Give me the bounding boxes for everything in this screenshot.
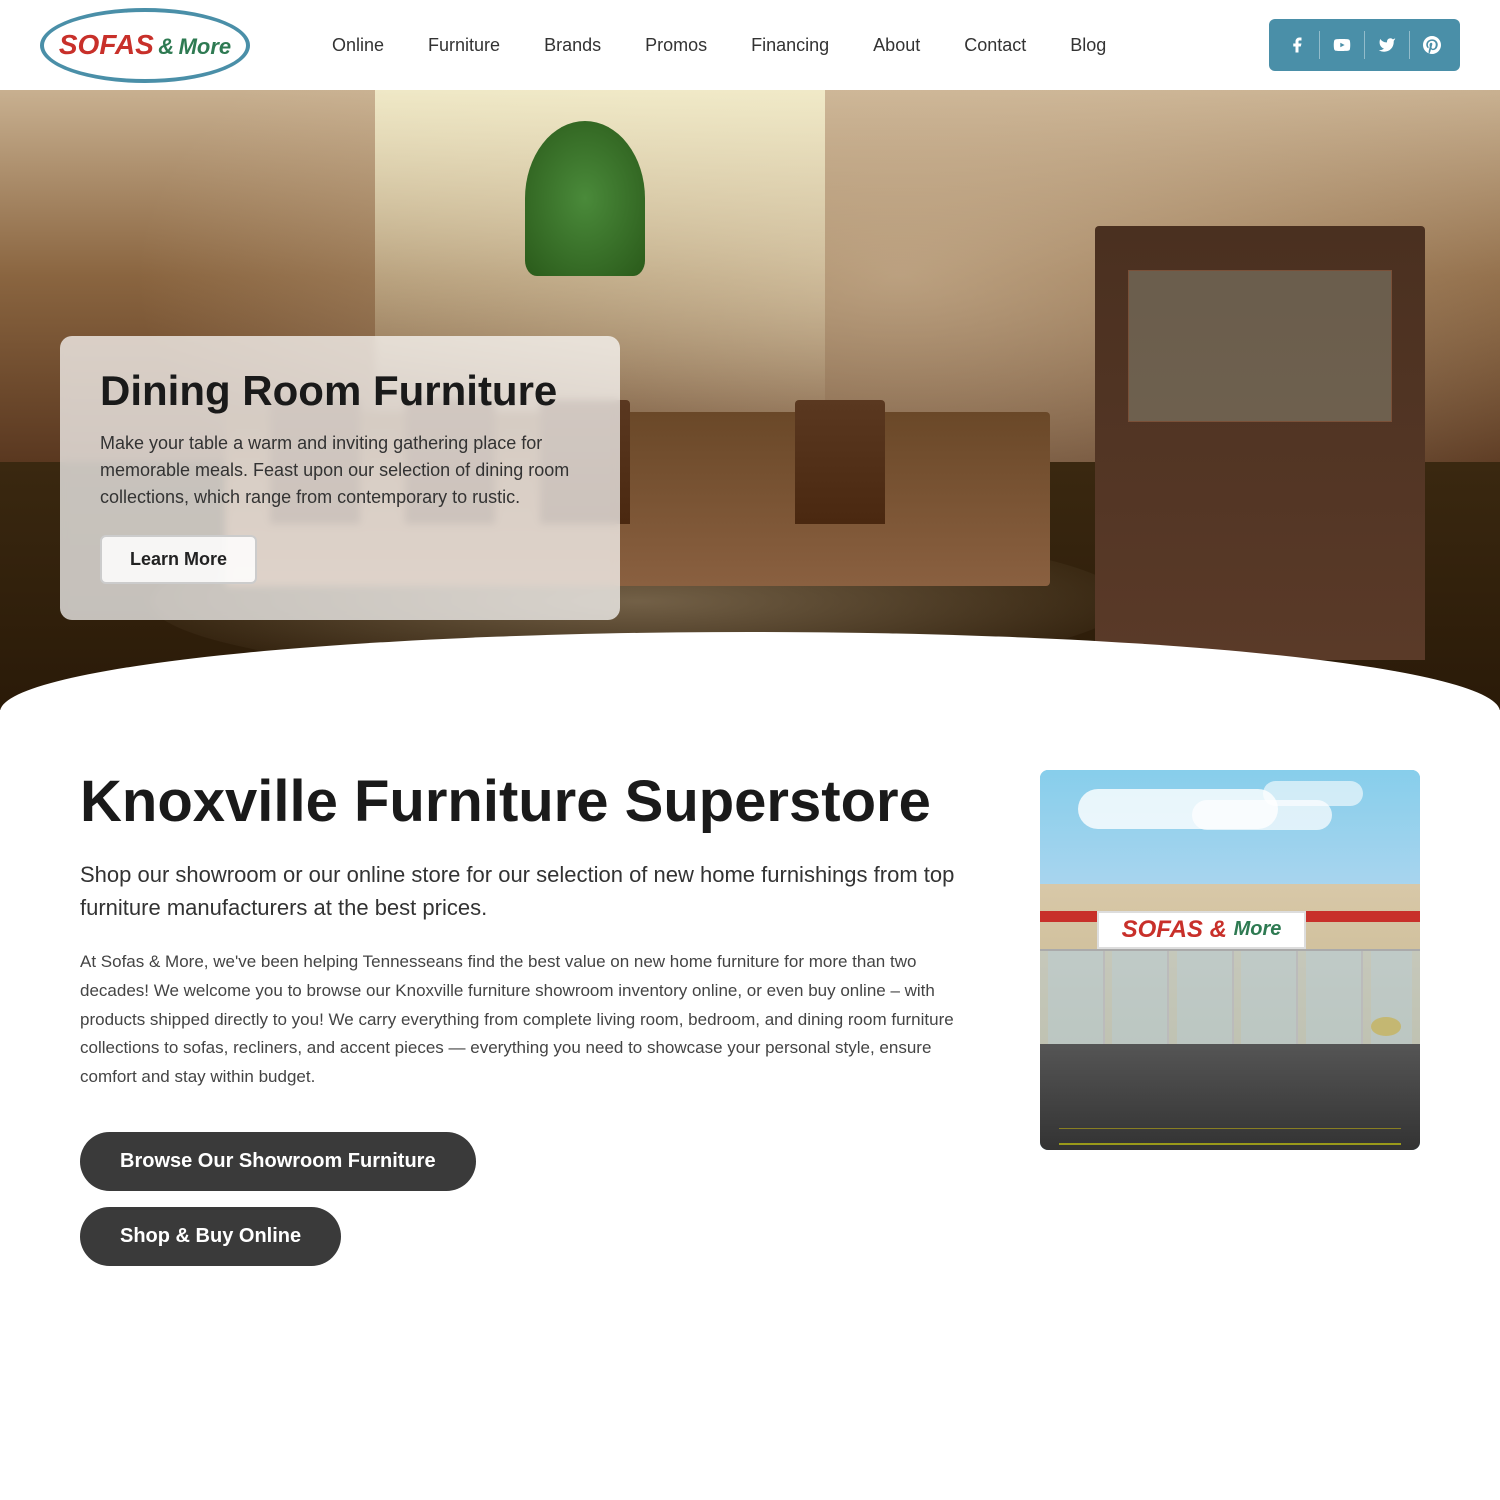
logo-connector: &	[158, 34, 174, 59]
social-divider-2	[1364, 31, 1365, 59]
cta-buttons: Browse Our Showroom Furniture Shop & Buy…	[80, 1132, 980, 1282]
content-right: SOFAS & More	[1040, 770, 1420, 1150]
nav-about[interactable]: About	[851, 35, 942, 56]
window-pane-5	[1306, 951, 1363, 1044]
chair-4	[795, 400, 885, 524]
window-pane-4	[1241, 951, 1298, 1044]
sign-text-sofas: SOFAS	[1122, 916, 1203, 944]
main-nav: Online Furniture Brands Promos Financing…	[310, 35, 1269, 56]
store-subtitle: Shop our showroom or our online store fo…	[80, 858, 980, 924]
window-pane-1	[1048, 951, 1105, 1044]
logo-brand: SOFAS	[59, 29, 154, 60]
nav-financing[interactable]: Financing	[729, 35, 851, 56]
learn-more-button[interactable]: Learn More	[100, 535, 257, 584]
parking-island	[1371, 1017, 1401, 1036]
window-pane-2	[1112, 951, 1169, 1044]
nav-contact[interactable]: Contact	[942, 35, 1048, 56]
main-content: Knoxville Furniture Superstore Shop our …	[0, 710, 1500, 1362]
store-sign: SOFAS & More	[1097, 911, 1306, 949]
social-divider-1	[1319, 31, 1320, 59]
nav-brands[interactable]: Brands	[522, 35, 623, 56]
parking-line	[1059, 1143, 1401, 1145]
hero-description: Make your table a warm and inviting gath…	[100, 430, 580, 511]
nav-furniture[interactable]: Furniture	[406, 35, 522, 56]
parking-lot	[1040, 1044, 1420, 1150]
nav-blog[interactable]: Blog	[1048, 35, 1128, 56]
shop-online-button[interactable]: Shop & Buy Online	[80, 1207, 341, 1266]
browse-showroom-button[interactable]: Browse Our Showroom Furniture	[80, 1132, 476, 1191]
hero-card: Dining Room Furniture Make your table a …	[60, 336, 620, 620]
header: SOFAS & More Online Furniture Brands Pro…	[0, 0, 1500, 90]
parking-line-2	[1059, 1128, 1401, 1129]
twitter-icon[interactable]	[1369, 27, 1405, 63]
pinterest-icon[interactable]	[1414, 27, 1450, 63]
hero-title: Dining Room Furniture	[100, 368, 580, 414]
social-divider-3	[1409, 31, 1410, 59]
cloud-3	[1263, 781, 1363, 806]
content-left: Knoxville Furniture Superstore Shop our …	[80, 770, 980, 1282]
facebook-icon[interactable]	[1279, 27, 1315, 63]
storefront-windows	[1040, 949, 1420, 1044]
sign-text-more: More	[1234, 918, 1282, 941]
sign-text-amp: &	[1203, 916, 1234, 944]
plant	[525, 121, 645, 276]
social-bar	[1269, 19, 1460, 71]
hero-section: Dining Room Furniture Make your table a …	[0, 90, 1500, 710]
nav-online[interactable]: Online	[310, 35, 406, 56]
store-description: At Sofas & More, we've been helping Tenn…	[80, 948, 980, 1092]
store-title: Knoxville Furniture Superstore	[80, 770, 980, 834]
window-pane-3	[1177, 951, 1234, 1044]
store-photo: SOFAS & More	[1040, 770, 1420, 1150]
cabinet	[1095, 226, 1425, 660]
youtube-icon[interactable]	[1324, 27, 1360, 63]
logo[interactable]: SOFAS & More	[40, 8, 250, 83]
nav-promos[interactable]: Promos	[623, 35, 729, 56]
cabinet-glass	[1128, 270, 1392, 422]
logo-tagline: More	[179, 34, 232, 59]
